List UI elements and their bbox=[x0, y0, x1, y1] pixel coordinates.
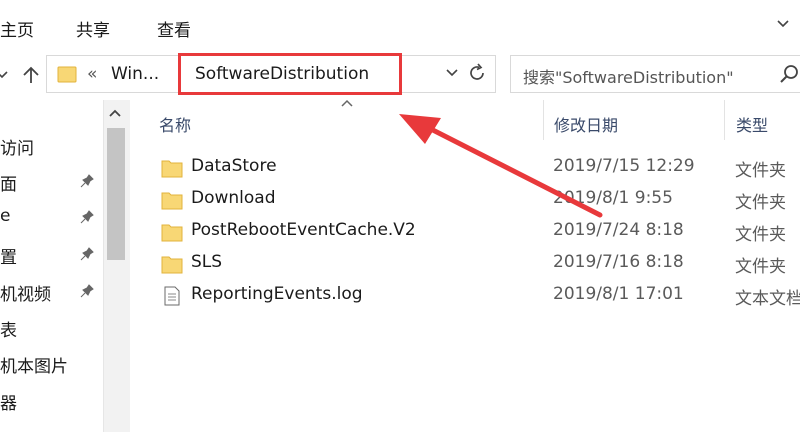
file-type: 文件夹 bbox=[735, 225, 786, 245]
file-type: 文件夹 bbox=[735, 257, 786, 277]
ribbon: 主页 共享 查看 bbox=[0, 0, 800, 48]
file-name: ReportingEvents.log bbox=[191, 284, 363, 304]
pin-icon[interactable] bbox=[80, 210, 94, 224]
nav-item-videos[interactable]: 机视频 bbox=[0, 280, 51, 305]
sort-ascending-icon bbox=[341, 99, 353, 107]
file-row[interactable]: PostRebootEventCache.V2 2019/7/24 8:18 文… bbox=[155, 216, 800, 248]
file-name: DataStore bbox=[191, 156, 277, 176]
column-divider[interactable] bbox=[724, 100, 725, 140]
file-row[interactable]: SLS 2019/7/16 8:18 文件夹 bbox=[155, 248, 800, 280]
folder-icon bbox=[161, 160, 183, 178]
search-placeholder: 搜索"SoftwareDistribution" bbox=[523, 68, 734, 87]
file-row[interactable]: ReportingEvents.log 2019/8/1 17:01 文本文档 bbox=[155, 280, 800, 312]
nav-item-onedrive[interactable]: e bbox=[0, 206, 10, 226]
file-type: 文件夹 bbox=[735, 161, 786, 181]
pin-icon[interactable] bbox=[80, 247, 94, 261]
recent-locations-icon[interactable] bbox=[0, 64, 16, 86]
folder-icon bbox=[161, 256, 183, 274]
file-name: Download bbox=[191, 188, 276, 208]
file-name: SLS bbox=[191, 252, 223, 272]
nav-item-settings[interactable]: 置 bbox=[0, 243, 17, 268]
tab-share[interactable]: 共享 bbox=[76, 16, 110, 41]
pin-icon[interactable] bbox=[80, 174, 94, 188]
folder-icon bbox=[57, 66, 77, 83]
file-modified: 2019/7/16 8:18 bbox=[553, 252, 684, 272]
search-icon[interactable] bbox=[779, 64, 799, 84]
folder-icon bbox=[161, 192, 183, 210]
file-modified: 2019/7/24 8:18 bbox=[553, 220, 684, 240]
column-header-name[interactable]: 名称 bbox=[159, 112, 191, 136]
highlight-box bbox=[178, 53, 402, 95]
refresh-icon[interactable] bbox=[466, 62, 488, 84]
nav-item-desktop[interactable]: 面 bbox=[0, 170, 17, 195]
file-type: 文本文档 bbox=[735, 289, 800, 309]
tab-home[interactable]: 主页 bbox=[0, 16, 34, 41]
column-header-type[interactable]: 类型 bbox=[736, 112, 768, 136]
file-name: PostRebootEventCache.V2 bbox=[191, 220, 416, 240]
nav-item-pictures[interactable]: 机本图片 bbox=[0, 352, 68, 377]
breadcrumb-overflow[interactable]: « bbox=[87, 64, 97, 84]
nav-item-drive[interactable]: 器 bbox=[0, 389, 17, 414]
file-modified: 2019/8/1 17:01 bbox=[553, 284, 684, 304]
annotation-arrow bbox=[399, 114, 603, 218]
tab-view[interactable]: 查看 bbox=[157, 16, 191, 41]
search-box[interactable]: 搜索"SoftwareDistribution" bbox=[510, 55, 800, 93]
file-type: 文件夹 bbox=[735, 193, 786, 213]
pin-icon[interactable] bbox=[80, 284, 94, 298]
up-arrow-icon[interactable] bbox=[20, 64, 42, 86]
expand-ribbon-icon[interactable] bbox=[776, 16, 790, 30]
nav-scrollbar-thumb[interactable] bbox=[107, 128, 125, 260]
text-file-icon bbox=[164, 286, 180, 306]
breadcrumb-parent[interactable]: Win... bbox=[111, 64, 159, 84]
address-dropdown-icon[interactable] bbox=[444, 64, 460, 80]
nav-item-table[interactable]: 表 bbox=[0, 316, 17, 341]
nav-item-quick-access[interactable]: 访问 bbox=[0, 134, 34, 159]
folder-icon bbox=[161, 224, 183, 242]
scroll-up-icon[interactable] bbox=[108, 108, 122, 118]
